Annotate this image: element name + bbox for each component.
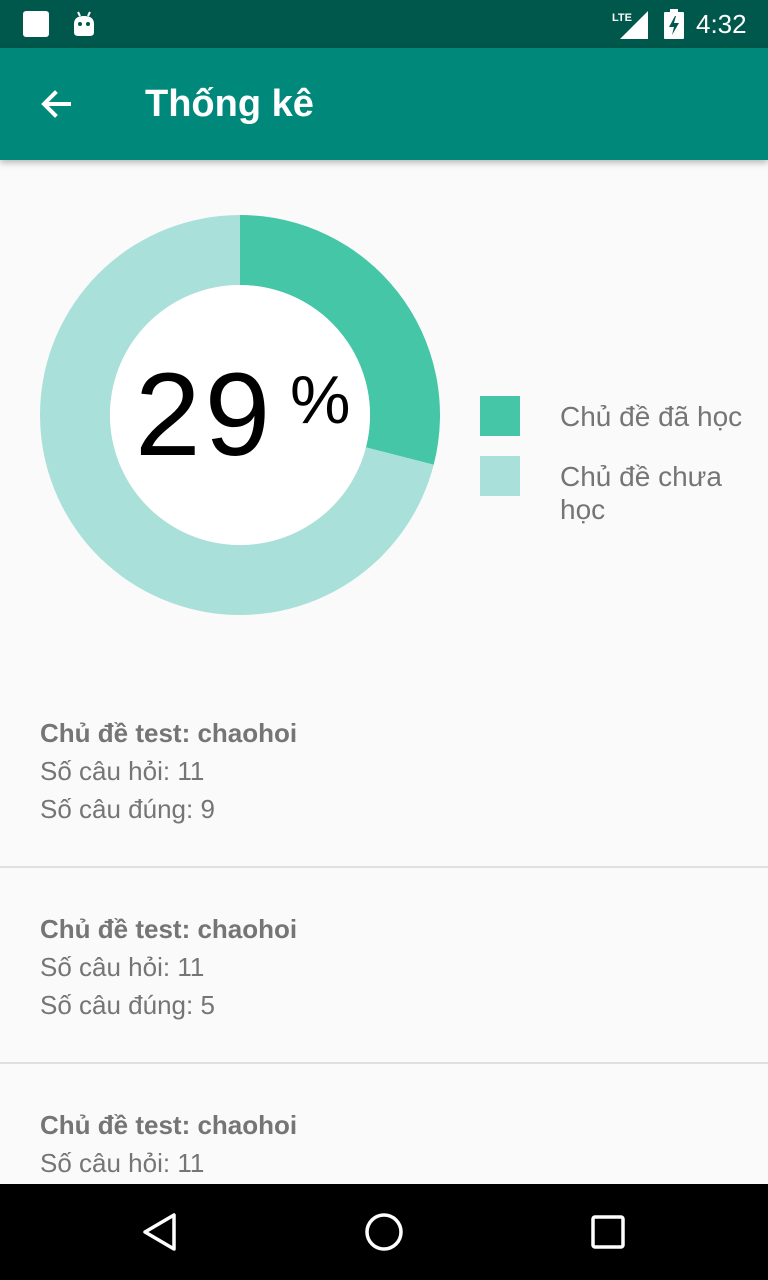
legend-label-done: Chủ đề đã học — [560, 401, 743, 432]
divider — [0, 1062, 768, 1064]
legend-label-remaining: Chủ đề chưa học — [560, 461, 722, 525]
topic-title: Chủ đề test: chaohoi — [40, 718, 298, 748]
home-circle-icon[interactable] — [360, 1208, 408, 1256]
divider — [0, 866, 768, 868]
android-debug-icon — [74, 11, 94, 36]
topic-question-count: Số câu hỏi: 11 — [40, 952, 205, 982]
app-bar: Thống kê — [0, 48, 768, 160]
svg-text:LTE: LTE — [612, 12, 632, 24]
lte-signal-icon: LTE — [612, 11, 648, 39]
topic-question-count: Số câu hỏi: 11 — [40, 756, 205, 786]
topic-title: Chủ đề test: chaohoi — [40, 1110, 298, 1140]
status-time: 4:32 — [696, 9, 747, 39]
legend-swatch-done — [480, 396, 520, 436]
notification-square-icon — [23, 11, 49, 37]
status-bar: LTE 4:32 — [0, 0, 768, 48]
legend-swatch-remaining — [480, 456, 520, 496]
recents-square-icon[interactable] — [584, 1208, 632, 1256]
topic-question-count: Số câu hỏi: 11 — [40, 1148, 205, 1178]
list-item[interactable]: Chủ đề test: chaohoi Số câu hỏi: 11 Số c… — [0, 910, 768, 1024]
list-item[interactable]: Chủ đề test: chaohoi Số câu hỏi: 11 — [0, 1106, 768, 1182]
percent-sign: % — [290, 362, 351, 438]
page-title: Thống kê — [145, 83, 314, 125]
percent-value: 29 — [135, 349, 275, 481]
topic-correct-count: Số câu đúng: 5 — [40, 990, 215, 1020]
back-triangle-icon[interactable] — [136, 1208, 184, 1256]
arrow-back-icon[interactable] — [28, 76, 84, 132]
navigation-bar — [0, 1184, 768, 1280]
battery-charging-icon — [664, 9, 684, 39]
topic-correct-count: Số câu đúng: 9 — [40, 794, 215, 824]
topic-title: Chủ đề test: chaohoi — [40, 914, 298, 944]
list-item[interactable]: Chủ đề test: chaohoi Số câu hỏi: 11 Số c… — [0, 714, 768, 828]
